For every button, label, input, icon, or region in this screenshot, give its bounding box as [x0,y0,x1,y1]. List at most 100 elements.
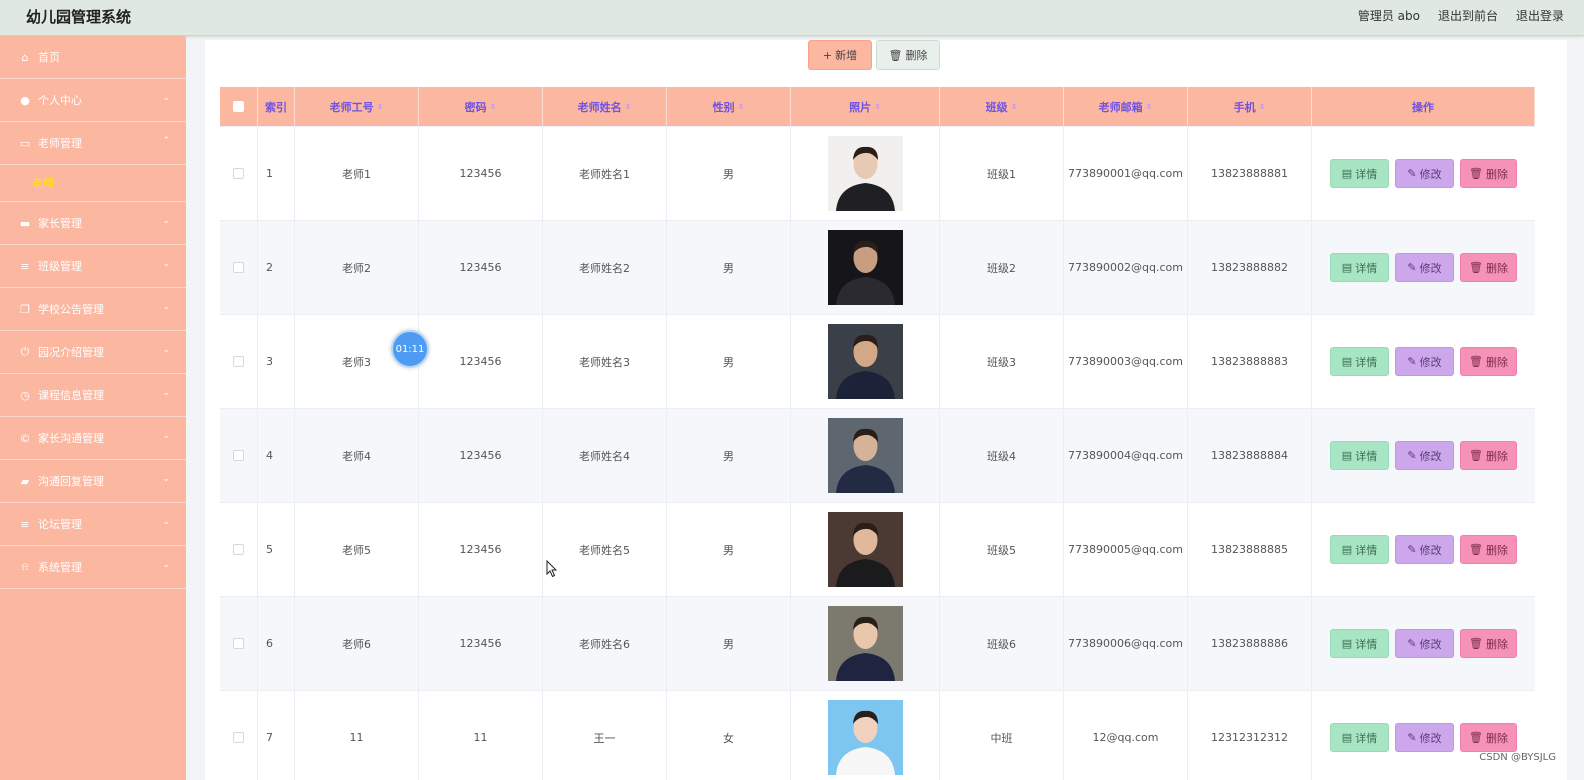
admin-user-link[interactable]: 管理员 abo [1358,7,1420,24]
column-header-label: 照片 [849,100,872,114]
cell-teacher-name: 老师姓名4 [543,409,667,502]
teacher-photo[interactable] [827,324,903,399]
document-icon: ▤ [1341,637,1353,650]
add-button[interactable]: + 新增 [808,40,872,70]
row-checkbox[interactable] [233,262,244,273]
edit-button[interactable]: ✎ 修改 [1395,723,1454,752]
sidebar-item-forum[interactable]: ≡ 论坛管理 ⌄ [0,503,186,546]
sidebar-item-label: 论坛管理 [38,518,82,531]
row-delete-button[interactable]: 🗑 删除 [1460,159,1517,188]
cell-password: 11 [419,691,543,780]
column-header-label: 老师邮箱 [1098,100,1143,114]
bulk-delete-button[interactable]: 🗑 删除 [876,40,940,70]
edit-button[interactable]: ✎ 修改 [1395,441,1454,470]
cell-email: 773890005@qq.com [1064,503,1188,596]
sidebar-item-classes[interactable]: ≡ 班级管理 ⌄ [0,245,186,288]
row-checkbox[interactable] [233,544,244,555]
cell-photo [791,315,940,408]
column-header-password[interactable]: 密码 ⬍ [419,87,543,126]
cell-password: 123456 [419,221,543,314]
cell-phone: 13823888884 [1188,409,1312,502]
detail-button[interactable]: ▤ 详情 [1330,441,1389,470]
detail-button-label: 详情 [1355,167,1378,181]
row-delete-button[interactable]: 🗑 删除 [1460,253,1517,282]
cell-gender: 男 [667,503,791,596]
document-icon: ▤ [1341,167,1353,180]
detail-button[interactable]: ▤ 详情 [1330,629,1389,658]
detail-button[interactable]: ▤ 详情 [1330,723,1389,752]
row-delete-button[interactable]: 🗑 删除 [1460,723,1517,752]
detail-button[interactable]: ▤ 详情 [1330,253,1389,282]
sidebar-item-courses[interactable]: ◷ 课程信息管理 ⌄ [0,374,186,417]
sidebar-item-label: 首页 [38,51,60,64]
sidebar-item-kindergarten-intro[interactable]: ⏻ 园况介绍管理 ⌄ [0,331,186,374]
sidebar-subitem-teacher[interactable]: 老师 [0,165,186,202]
exit-to-frontend-link[interactable]: 退出到前台 [1438,7,1498,24]
row-delete-button[interactable]: 🗑 删除 [1460,347,1517,376]
table-row: 6 老师6 123456 老师姓名6 男 班级6 773890006@qq.co… [220,597,1535,691]
edit-icon: ✎ [1407,449,1417,462]
row-checkbox[interactable] [233,450,244,461]
teacher-photo[interactable] [827,418,903,493]
teacher-photo[interactable] [827,230,903,305]
row-select-cell [220,127,258,220]
row-delete-button-label: 删除 [1485,731,1508,745]
teacher-photo[interactable] [827,606,903,681]
sidebar-item-profile[interactable]: ● 个人中心 ⌄ [0,79,186,122]
cell-class: 班级1 [940,127,1064,220]
column-header-gender[interactable]: 性别 ⬍ [667,87,791,126]
chat-icon: ▭ [19,136,31,150]
trash-icon: 🗑 [1469,637,1483,650]
logout-link[interactable]: 退出登录 [1516,7,1564,24]
cell-email: 773890003@qq.com [1064,315,1188,408]
detail-button[interactable]: ▤ 详情 [1330,159,1389,188]
sidebar-item-parents[interactable]: ▬ 家长管理 ⌄ [0,202,186,245]
sort-icon: ⬍ [489,102,497,111]
chevron-down-icon: ⌄ [162,560,170,570]
list-icon: ≡ [20,259,30,273]
sidebar-item-parent-communication[interactable]: © 家长沟通管理 ⌄ [0,417,186,460]
sidebar-item-announcements[interactable]: ❐ 学校公告管理 ⌄ [0,288,186,331]
document-icon: ▤ [1341,731,1353,744]
row-delete-button[interactable]: 🗑 删除 [1460,535,1517,564]
sidebar: ⌂ 首页 ● 个人中心 ⌄ ▭ 老师管理 ⌃ 老师 ▬ 家长管理 ⌄ ≡ 班级管… [0,36,186,780]
sidebar-item-replies[interactable]: ▰ 沟通回复管理 ⌄ [0,460,186,503]
row-actions: ▤ 详情 ✎ 修改 🗑 删除 [1330,347,1517,376]
trash-icon: 🗑 [1469,355,1483,368]
row-delete-button[interactable]: 🗑 删除 [1460,441,1517,470]
row-checkbox[interactable] [233,168,244,179]
column-header-class[interactable]: 班级 ⬍ [940,87,1064,126]
sort-icon: ⬍ [376,102,384,111]
select-all-checkbox[interactable] [233,101,244,112]
column-header-photo[interactable]: 照片 ⬍ [791,87,940,126]
edit-button[interactable]: ✎ 修改 [1395,159,1454,188]
cell-email: 773890006@qq.com [1064,597,1188,690]
edit-button[interactable]: ✎ 修改 [1395,535,1454,564]
row-checkbox[interactable] [233,732,244,743]
sidebar-item-home[interactable]: ⌂ 首页 [0,36,186,79]
watermark: CSDN @BYSJLG [1479,752,1556,763]
teacher-photo[interactable] [827,136,903,211]
column-header-label: 手机 [1233,100,1256,114]
trash-icon: 🗑 [1469,261,1483,274]
row-checkbox[interactable] [233,356,244,367]
copyright-icon: © [19,431,31,445]
column-header-email[interactable]: 老师邮箱 ⬍ [1064,87,1188,126]
column-header-teacher-name[interactable]: 老师姓名 ⬍ [543,87,667,126]
row-delete-button[interactable]: 🗑 删除 [1460,629,1517,658]
edit-button[interactable]: ✎ 修改 [1395,629,1454,658]
column-header-phone[interactable]: 手机 ⬍ [1188,87,1312,126]
edit-icon: ✎ [1407,261,1417,274]
column-header-teacher-id[interactable]: 老师工号 ⬍ [295,87,419,126]
detail-button[interactable]: ▤ 详情 [1330,347,1389,376]
row-checkbox[interactable] [233,638,244,649]
cell-photo [791,127,940,220]
detail-button[interactable]: ▤ 详情 [1330,535,1389,564]
edit-button[interactable]: ✎ 修改 [1395,347,1454,376]
teacher-photo[interactable] [827,700,903,775]
teacher-photo[interactable] [827,512,903,587]
edit-button[interactable]: ✎ 修改 [1395,253,1454,282]
sidebar-item-teachers[interactable]: ▭ 老师管理 ⌃ [0,122,186,165]
cell-index: 6 [258,597,295,690]
sidebar-item-system[interactable]: ⍾ 系统管理 ⌄ [0,546,186,589]
